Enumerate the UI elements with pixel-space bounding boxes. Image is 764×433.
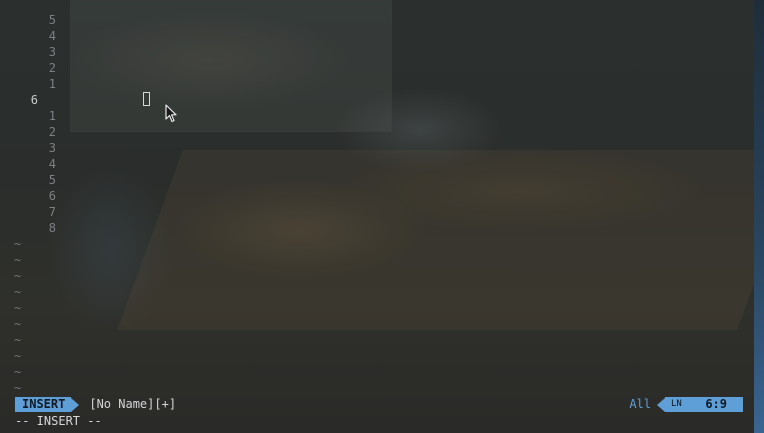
empty-line-marker: ~: [14, 381, 22, 395]
line-number: 2: [48, 125, 56, 139]
empty-line-marker: ~: [14, 333, 22, 347]
empty-line-marker: ~: [14, 301, 22, 315]
command-line[interactable]: -- INSERT --: [15, 413, 102, 429]
cursor-position: 6:9: [705, 397, 727, 411]
text-cursor-icon: [143, 92, 150, 106]
line-number: 7: [48, 205, 56, 219]
current-line-number: 6: [30, 93, 38, 107]
line-number-icon: LN: [671, 399, 682, 409]
line-number: 5: [48, 13, 56, 27]
vim-editor[interactable]: 5 4 3 2 1 6 1 2 3 4 5 6 7 8 ~ ~ ~ ~ ~ ~ …: [0, 0, 764, 433]
empty-line-marker: ~: [14, 269, 22, 283]
line-number: 3: [48, 141, 56, 155]
line-number: 3: [48, 45, 56, 59]
empty-line-marker: ~: [14, 237, 22, 251]
empty-line-marker: ~: [14, 317, 22, 331]
line-number: 6: [48, 189, 56, 203]
mouse-pointer-icon: [165, 104, 177, 126]
line-number: 1: [48, 109, 56, 123]
empty-line-marker: ~: [14, 349, 22, 363]
line-number: 4: [48, 157, 56, 171]
line-number: 4: [48, 29, 56, 43]
mode-indicator: INSERT: [15, 397, 72, 412]
status-line: INSERT [No Name][+] All LN 6:9: [15, 397, 743, 412]
line-number: 5: [48, 173, 56, 187]
line-number: 2: [48, 61, 56, 75]
empty-line-marker: ~: [14, 285, 22, 299]
line-number: 8: [48, 221, 56, 235]
empty-line-marker: ~: [14, 253, 22, 267]
empty-line-marker: ~: [14, 365, 22, 379]
line-number: 1: [48, 77, 56, 91]
position-separator: [657, 397, 665, 412]
scroll-position: All: [629, 397, 651, 411]
cursor-position-badge: LN 6:9: [665, 397, 743, 412]
mode-separator: [71, 397, 80, 412]
buffer-filename: [No Name][+]: [89, 397, 177, 411]
